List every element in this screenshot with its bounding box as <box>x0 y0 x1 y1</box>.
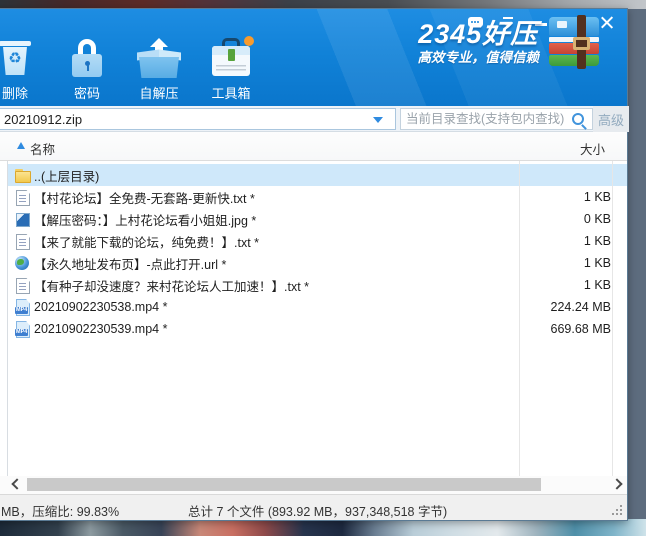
total-files-text: 总计 7 个文件 (893.92 MB，937,348,518 字节) <box>188 501 447 520</box>
brand-title: 2345好压 <box>418 19 540 49</box>
self-extract-label: 自解压 <box>139 83 178 102</box>
scrollbar-thumb[interactable] <box>27 478 541 491</box>
scroll-right-arrow-icon[interactable] <box>611 478 622 489</box>
file-row[interactable]: 【来了就能下载的论坛，纯免费！】.txt * 1 KB <box>8 230 627 252</box>
file-row-selected[interactable]: ..(上层目录) <box>8 164 627 186</box>
lock-icon <box>65 37 109 81</box>
folder-file-icon <box>14 167 30 183</box>
resize-grip[interactable] <box>611 504 623 516</box>
sort-ascending-icon <box>17 142 25 149</box>
jpg-file-icon <box>14 211 30 227</box>
mp4-file-icon <box>14 299 30 315</box>
close-button[interactable] <box>599 15 615 29</box>
search-icon[interactable] <box>572 113 584 125</box>
horizontal-scrollbar <box>0 476 627 494</box>
list-header: 名称 大小 <box>0 132 627 161</box>
brand-tagline: 高效专业，值得信赖 <box>418 49 540 66</box>
haozip-archive-icon <box>547 15 601 69</box>
file-list: ..(上层目录) 【村花论坛】全免费-无套路-更新快.txt * 1 KB 【解… <box>8 164 627 340</box>
advanced-button[interactable]: 高级 <box>593 106 629 132</box>
column-header-size[interactable]: 大小 <box>580 139 605 158</box>
sfx-box-icon <box>137 37 181 81</box>
archive-path-combobox[interactable]: 20210912.zip <box>0 108 396 130</box>
txt-file-icon <box>14 277 30 293</box>
toolbox-button[interactable]: 工具箱 <box>202 34 260 106</box>
notification-dot <box>244 36 254 46</box>
column-header-name[interactable]: 名称 <box>30 139 55 158</box>
txt-file-icon <box>14 189 30 205</box>
mp4-file-icon <box>14 321 30 337</box>
brand-logo: 2345好压 高效专业，值得信赖 <box>418 15 602 69</box>
password-button[interactable]: 密码 <box>58 34 116 106</box>
toolbox-label: 工具箱 <box>211 83 250 102</box>
toolbox-icon <box>209 37 253 81</box>
scroll-left-arrow-icon[interactable] <box>11 478 22 489</box>
file-row[interactable]: 【解压密码：】上村花论坛看小姐姐.jpg * 0 KB <box>8 208 627 230</box>
column-separator <box>519 132 520 476</box>
file-row[interactable]: 【有种子却没速度？来村花论坛人工加速！】.txt * 1 KB <box>8 274 627 296</box>
desktop-wallpaper-bottom <box>0 519 646 536</box>
size-column-border <box>612 132 613 476</box>
file-row[interactable]: 20210902230538.mp4 * 224.24 MB <box>8 296 627 318</box>
archive-name: 20210912.zip <box>4 112 82 127</box>
delete-button[interactable]: ♻ 删除 <box>0 34 44 106</box>
search-box <box>400 108 593 130</box>
status-bar: MB，压缩比: 99.83% 总计 7 个文件 (893.92 MB，937,3… <box>0 494 627 520</box>
chevron-down-icon <box>373 117 383 123</box>
file-list-area: 名称 大小 ..(上层目录) 【村花论坛】全免费-无套路-更新快.txt * 1… <box>0 132 627 494</box>
close-icon <box>601 16 613 28</box>
search-input[interactable] <box>401 112 572 126</box>
url-file-icon <box>14 255 30 271</box>
trash-icon: ♻ <box>0 37 37 81</box>
window-chrome: ♻ 删除 密码 自解压 <box>0 9 627 106</box>
address-bar: 20210912.zip 高级 <box>0 106 627 132</box>
compression-ratio-text: MB，压缩比: 99.83% <box>1 501 119 520</box>
file-row[interactable]: 【永久地址发布页】-点此打开.url * 1 KB <box>8 252 627 274</box>
delete-label: 删除 <box>2 83 28 102</box>
self-extract-button[interactable]: 自解压 <box>130 34 188 106</box>
password-label: 密码 <box>74 83 100 102</box>
file-row[interactable]: 20210902230539.mp4 * 669.68 MB <box>8 318 627 340</box>
file-row[interactable]: 【村花论坛】全免费-无套路-更新快.txt * 1 KB <box>8 186 627 208</box>
list-left-border <box>7 132 8 476</box>
haozip-window: ♻ 删除 密码 自解压 <box>0 8 628 521</box>
txt-file-icon <box>14 233 30 249</box>
